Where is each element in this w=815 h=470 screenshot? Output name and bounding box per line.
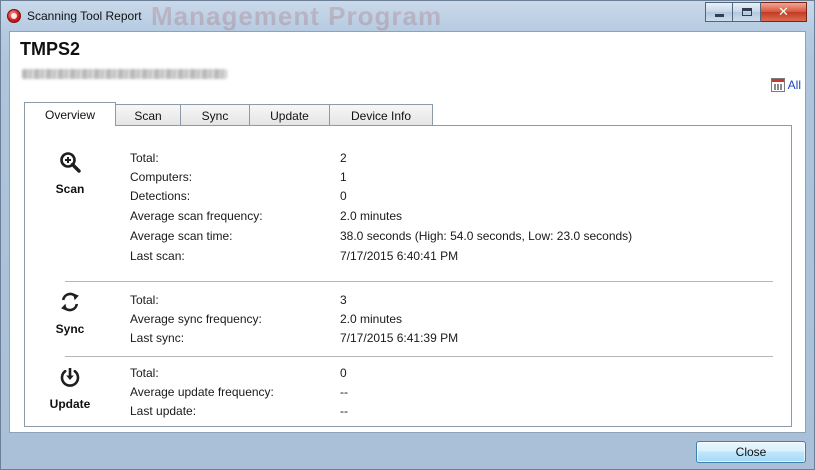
sync-total-label: Total: [130,293,159,307]
device-id: 0E1-1000-1000-000000777778 [22,69,227,79]
overview-panel: Scan Total: 2 Computers: 1 Detections: 0… [24,125,792,427]
window-title: Scanning Tool Report [27,9,142,23]
scan-detections-label: Detections: [130,189,191,203]
section-divider [65,356,773,357]
title-bar[interactable]: Management Program Scanning Tool Report … [1,1,814,31]
update-frequency-label: Average update frequency: [130,385,274,399]
report-window: Management Program Scanning Tool Report … [0,0,815,470]
scan-frequency-value: 2.0 minutes [340,209,403,223]
sync-frequency-value: 2.0 minutes [340,312,403,326]
close-window-button[interactable]: ✕ [761,2,807,22]
maximize-button[interactable] [733,2,761,22]
last-scan-value: 7/17/2015 6:40:41 PM [340,249,459,263]
tab-update[interactable]: Update [249,104,330,126]
update-frequency-value: -- [340,385,348,399]
update-section-label: Update [49,397,91,411]
update-total-value: 0 [340,366,347,380]
scan-computers-label: Computers: [130,170,193,184]
section-divider [65,281,773,282]
maximize-icon [741,8,752,16]
download-circle-icon [60,368,80,387]
minimize-button[interactable] [705,2,733,22]
tab-overview[interactable]: Overview [24,102,116,126]
all-link[interactable]: All [770,78,801,92]
device-name: TMPS2 [20,39,81,59]
sync-section-label: Sync [55,322,85,336]
scan-time-label: Average scan time: [130,229,233,243]
scan-total-value: 2 [340,151,347,165]
tab-scan[interactable]: Scan [115,104,181,126]
sync-total-value: 3 [340,293,347,307]
close-icon: ✕ [778,4,789,20]
tab-device-info[interactable]: Device Info [329,104,433,126]
all-link-label[interactable]: All [788,78,801,92]
last-update-label: Last update: [130,404,197,418]
background-window-title: Management Program [151,1,443,31]
sync-arrows-icon [61,292,79,312]
last-sync-value: 7/17/2015 6:41:39 PM [340,331,459,345]
scan-computers-value: 1 [340,170,347,184]
last-scan-label: Last scan: [130,249,185,263]
calendar-icon [770,78,785,92]
report-content: TMPS2 0E1-1000-1000-000000777778 All Ove… [9,31,806,433]
update-total-label: Total: [130,366,159,380]
app-icon [7,9,21,23]
scan-frequency-label: Average scan frequency: [130,209,263,223]
last-sync-label: Last sync: [130,331,185,345]
scan-time-value: 38.0 seconds (High: 54.0 seconds, Low: 2… [340,229,633,243]
last-update-value: -- [340,404,348,418]
scan-section-label: Scan [55,182,85,196]
magnifier-plus-icon [60,152,81,173]
device-id-text: 0E1-1000-1000-000000777778 [22,72,147,79]
scan-detections-value: 0 [340,189,347,203]
tab-sync[interactable]: Sync [180,104,250,126]
minimize-icon [714,14,724,17]
close-button[interactable]: Close [696,441,806,463]
tab-strip: Overview Scan Sync Update Device Info [24,102,433,126]
window-controls: ✕ [705,2,807,22]
sync-frequency-label: Average sync frequency: [130,312,262,326]
scan-total-label: Total: [130,151,159,165]
